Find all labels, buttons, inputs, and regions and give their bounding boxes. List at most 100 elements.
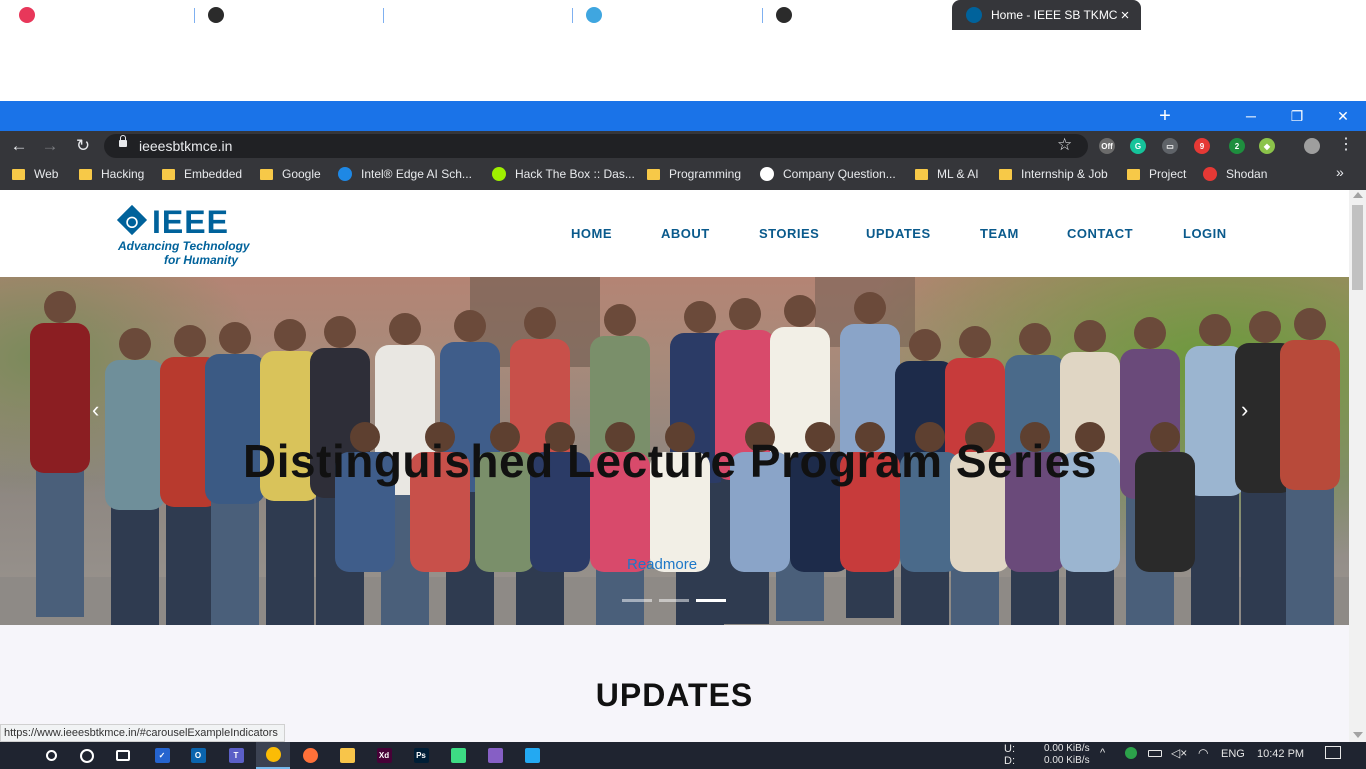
browser-menu-icon[interactable]: ⋮ [1338, 134, 1354, 154]
carousel-indicator[interactable] [622, 599, 652, 602]
notification-center-icon[interactable] [1325, 746, 1341, 759]
tab-6[interactable]: Home - IEEE SB TKMCE × [952, 0, 1141, 30]
close-tab-icon[interactable]: × [359, 7, 375, 24]
tab-title: Home | Discover Me - T [233, 8, 359, 22]
nav-link-login[interactable]: LOGIN [1183, 226, 1227, 241]
bookmark-item[interactable]: Company Question... [760, 161, 896, 187]
url-text[interactable]: ieeesbtkmce.in [139, 138, 232, 154]
checkmark-extension-icon[interactable]: 2 [1229, 138, 1245, 154]
bookmark-item[interactable]: Intel® Edge AI Sch... [338, 161, 472, 187]
nav-link-stories[interactable]: STORIES [759, 226, 819, 241]
chrome-app[interactable] [256, 742, 290, 769]
tab-5[interactable]: Home | Discover Me - T × [762, 0, 951, 30]
bookmark-item[interactable]: Web [12, 161, 58, 187]
teams-app[interactable]: T [219, 742, 253, 769]
visual-studio-app[interactable] [478, 742, 512, 769]
close-tab-icon[interactable]: × [548, 7, 564, 24]
grammarly-icon[interactable]: G [1130, 138, 1146, 154]
nav-link-home[interactable]: HOME [571, 226, 612, 241]
color-extension-icon[interactable]: ◆ [1259, 138, 1275, 154]
battery-icon[interactable] [1148, 750, 1162, 757]
new-tab-button[interactable]: + [1155, 101, 1175, 131]
bookmark-item[interactable]: ML & AI [915, 161, 979, 187]
carousel-prev-icon[interactable]: ‹ [92, 397, 99, 423]
bookmark-item[interactable]: Hack The Box :: Das... [492, 161, 635, 187]
close-tab-icon[interactable]: × [927, 7, 943, 24]
photoshop-app[interactable]: Ps [404, 742, 438, 769]
start-button[interactable] [0, 742, 34, 769]
clock[interactable]: 10:42 PM [1257, 748, 1304, 760]
minimize-button[interactable]: ─ [1228, 101, 1274, 131]
ieee-logo[interactable]: IEEE Advancing Technology for Humanity [116, 204, 250, 267]
bookmark-item[interactable]: Hacking [79, 161, 144, 187]
vscode-app-icon [524, 748, 540, 763]
tab-4[interactable]: Telegram Web × [572, 0, 761, 30]
bookmark-item[interactable]: Project [1127, 161, 1186, 187]
task-view-button[interactable] [106, 742, 140, 769]
android-studio-app-icon [450, 748, 466, 763]
scroll-up-icon[interactable] [1353, 192, 1363, 198]
nav-link-contact[interactable]: CONTACT [1067, 226, 1133, 241]
bookmark-item[interactable]: Internship & Job [999, 161, 1108, 187]
github-icon [397, 7, 413, 23]
volume-muted-icon[interactable]: ◁× [1171, 746, 1187, 760]
language-indicator[interactable]: ENG [1221, 748, 1245, 760]
ieee-icon [966, 7, 982, 23]
android-studio-app[interactable] [441, 742, 475, 769]
teams-app-icon: T [228, 748, 244, 763]
person-head [909, 329, 941, 361]
wifi-icon[interactable]: ◠ [1198, 746, 1208, 760]
close-window-button[interactable]: ✕ [1320, 101, 1366, 131]
person-head [604, 304, 636, 336]
scrollbar-thumb[interactable] [1352, 205, 1363, 290]
search-button[interactable] [34, 742, 68, 769]
reload-button[interactable]: ↻ [69, 131, 97, 161]
tab-2[interactable]: Home | Discover Me - T × [194, 0, 383, 30]
profile-avatar-icon[interactable] [1304, 138, 1320, 154]
firefox-app[interactable] [293, 742, 327, 769]
bookmark-star-icon[interactable]: ☆ [1057, 135, 1072, 155]
close-tab-icon[interactable]: × [737, 7, 753, 24]
logo-tagline-2: for Humanity [164, 253, 239, 267]
bookmarks-overflow-icon[interactable]: » [1336, 164, 1344, 180]
maximize-button[interactable]: ❐ [1274, 101, 1320, 131]
close-tab-icon[interactable]: × [1117, 7, 1133, 24]
carousel-indicator[interactable] [696, 599, 726, 602]
bookmark-item[interactable]: Programming [647, 161, 741, 187]
readmore-link[interactable]: Readmore [627, 556, 697, 573]
tab-1[interactable]: Pluralsight × [5, 0, 194, 30]
tab-3[interactable]: thameemk612 (Thamee × [383, 0, 572, 30]
cortana-button[interactable] [70, 742, 104, 769]
person-head [1074, 320, 1106, 352]
bookmark-item[interactable]: Embedded [162, 161, 242, 187]
nav-link-updates[interactable]: UPDATES [866, 226, 931, 241]
adobe-xd-app[interactable]: Xd [367, 742, 401, 769]
outlook-app-icon: O [190, 748, 206, 763]
site-icon [776, 7, 792, 23]
todo-app[interactable]: ✓ [145, 742, 179, 769]
tab-title: Pluralsight [44, 8, 101, 22]
todo-app-icon: ✓ [154, 748, 170, 763]
nav-link-team[interactable]: TEAM [980, 226, 1019, 241]
bookmark-item[interactable]: Shodan [1203, 161, 1267, 187]
back-button[interactable]: ← [5, 131, 33, 161]
lock-icon[interactable] [119, 135, 127, 147]
screen-capture-icon[interactable]: ▭ [1162, 138, 1178, 154]
close-tab-icon[interactable]: × [170, 7, 186, 24]
ieee-diamond-icon [116, 204, 148, 236]
address-bar[interactable] [104, 134, 1088, 158]
nav-link-about[interactable]: ABOUT [661, 226, 710, 241]
carousel-next-icon[interactable]: › [1241, 397, 1248, 423]
outlook-app[interactable]: O [181, 742, 215, 769]
vscode-app[interactable] [515, 742, 549, 769]
carousel-indicator[interactable] [659, 599, 689, 602]
incognito-extension-icon[interactable]: Off [1099, 138, 1115, 154]
scroll-down-icon[interactable] [1353, 732, 1363, 738]
security-shield-icon[interactable] [1125, 747, 1137, 759]
person-head [1199, 314, 1231, 346]
tray-overflow-icon[interactable]: ^ [1100, 747, 1105, 759]
forward-button[interactable]: → [36, 131, 64, 161]
notification-badge-icon[interactable]: 9 [1194, 138, 1210, 154]
file-explorer-app[interactable] [330, 742, 364, 769]
bookmark-item[interactable]: Google [260, 161, 321, 187]
